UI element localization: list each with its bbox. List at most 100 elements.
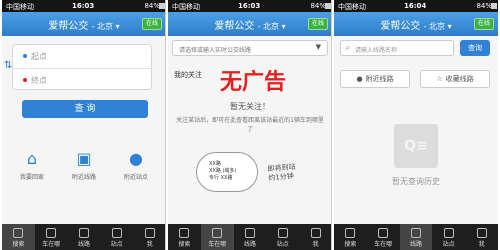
tab-me[interactable]: 我	[465, 224, 498, 250]
tab-label: 车在哪	[208, 241, 227, 248]
tab-label: 我	[478, 241, 485, 248]
user-icon	[310, 228, 321, 238]
tab-label: 车在哪	[42, 241, 61, 248]
nearby-lines-button[interactable]: ● 附近线路	[340, 70, 410, 88]
battery-label: 84%	[144, 2, 160, 10]
online-toggle[interactable]: 在线	[142, 18, 162, 30]
tab-search[interactable]: 搜索	[2, 224, 35, 250]
carrier-label: 中国移动	[172, 3, 200, 11]
line-select-placeholder: 请选择或输入实时公交线路	[179, 47, 252, 54]
route-icon	[244, 228, 255, 238]
tab-bus-where[interactable]: 车在哪	[35, 224, 68, 250]
city-selector[interactable]: - 北京 ▾	[424, 22, 452, 31]
line-search-input[interactable]: ⌕ 请输入线路名称	[340, 40, 454, 56]
illustration: XX路 XX路 (域多) 专行 XX路 即将到站 约1分钟	[170, 150, 330, 220]
quick-home[interactable]: ⌂ 我要回家	[10, 149, 54, 182]
battery-icon	[159, 3, 165, 9]
route-icon	[78, 228, 89, 238]
my-focus-title: 我的关注	[174, 71, 202, 79]
phone-screen-line-search: 中国移动 16:04 84% 爱帮公交 - 北京 ▾ 在线 ⌕ 请输入线路名称 …	[334, 0, 498, 250]
app-title: 爱帮公交	[214, 21, 255, 32]
status-bar: 中国移动 16:03 84%	[2, 0, 165, 12]
search-icon	[179, 228, 190, 238]
tab-bus-where[interactable]: 车在哪	[367, 224, 400, 250]
status-bar: 中国移动 16:04 84%	[334, 0, 498, 12]
battery-icon	[325, 3, 331, 9]
online-toggle[interactable]: 在线	[474, 18, 494, 30]
user-icon	[476, 228, 487, 238]
speech-bubble: XX路 XX路 (域多) 专行 XX路	[196, 152, 258, 192]
tab-lines[interactable]: 线路	[68, 224, 101, 250]
nearby-lines-label: 附近线路	[365, 75, 394, 83]
clock: 16:03	[238, 2, 261, 10]
note-line: 约1分钟	[268, 172, 295, 183]
clock: 16:03	[72, 2, 95, 10]
no-ad-annotation: 无广告	[220, 70, 287, 95]
quick-nearby-stops-label: 附近站点	[123, 174, 148, 181]
phone-screen-realtime: 中国移动 16:03 84% 爱帮公交 - 北京 ▾ 在线 请选择或输入实时公交…	[168, 0, 332, 250]
tab-bar: 搜索 车在哪 线路 站点 我	[168, 224, 331, 250]
online-toggle[interactable]: 在线	[308, 18, 328, 30]
quick-home-label: 我要回家	[19, 174, 44, 181]
end-field[interactable]: 终点	[13, 68, 153, 91]
tab-stops[interactable]: 站点	[266, 224, 299, 250]
bubble-line: XX路 (域多)	[209, 168, 237, 174]
tab-search[interactable]: 搜索	[168, 224, 201, 250]
line-search-placeholder: 请输入线路名称	[355, 47, 398, 54]
empty-history-icon: Q≡	[394, 124, 438, 168]
bus-icon	[46, 228, 57, 238]
tab-lines[interactable]: 线路	[399, 224, 433, 250]
tab-label: 我	[146, 241, 153, 248]
tab-label: 搜索	[178, 241, 191, 248]
favorite-lines-button[interactable]: ☆ 收藏线路	[420, 70, 490, 88]
search-icon	[345, 228, 356, 238]
route-inputs: 起点 终点	[12, 44, 153, 91]
star-icon: ☆	[436, 75, 443, 83]
stop-icon	[443, 228, 454, 238]
quick-nearby-stops[interactable]: ● 附近站点	[114, 149, 158, 182]
carrier-label: 中国移动	[6, 3, 34, 11]
route-icon	[410, 228, 421, 238]
city-selector[interactable]: - 北京 ▾	[92, 22, 120, 31]
title-bar: 爱帮公交 - 北京 ▾ 在线	[2, 12, 165, 36]
favorite-lines-label: 收藏线路	[445, 75, 474, 83]
bubble-line: 专行 XX路	[209, 175, 233, 181]
app-title: 爱帮公交	[48, 21, 89, 32]
battery-label: 84%	[476, 2, 492, 10]
battery-label: 84%	[310, 2, 326, 10]
tab-lines[interactable]: 线路	[234, 224, 267, 250]
city-selector[interactable]: - 北京 ▾	[258, 22, 286, 31]
location-pin-icon: ●	[356, 75, 363, 83]
app-title: 爱帮公交	[380, 21, 421, 32]
tab-me[interactable]: 我	[133, 224, 165, 250]
tab-me[interactable]: 我	[299, 224, 331, 250]
tab-bar: 搜索 车在哪 线路 站点 我	[334, 224, 498, 250]
quick-nearby-lines-label: 附近线路	[71, 174, 96, 181]
tab-search[interactable]: 搜索	[334, 224, 367, 250]
tab-label: 我	[312, 241, 319, 248]
tab-label: 线路	[243, 241, 256, 248]
search-icon	[13, 228, 24, 238]
location-pin-icon: ●	[129, 149, 143, 168]
start-field[interactable]: 起点	[13, 45, 153, 68]
dropdown-icon: ▼	[315, 43, 321, 51]
search-button[interactable]: 查询	[460, 40, 490, 56]
bus-icon: ▣	[76, 149, 92, 168]
tab-label: 站点	[110, 241, 123, 248]
status-bar: 中国移动 16:03 84%	[168, 0, 331, 12]
tab-label: 搜索	[12, 241, 25, 248]
end-placeholder: 终点	[31, 76, 47, 85]
tab-stops[interactable]: 站点	[432, 224, 465, 250]
tab-label: 搜索	[344, 241, 357, 248]
query-button[interactable]: 查 询	[22, 100, 148, 118]
stop-icon	[111, 228, 122, 238]
tab-label: 站点	[442, 241, 455, 248]
tab-bus-where[interactable]: 车在哪	[200, 224, 234, 250]
empty-history-text: 暂无查询历史	[392, 177, 440, 186]
bubble-line: XX路	[209, 161, 221, 167]
home-icon: ⌂	[26, 149, 38, 168]
line-select[interactable]: 请选择或输入实时公交线路 ▼	[172, 40, 328, 56]
tab-stops[interactable]: 站点	[100, 224, 133, 250]
search-icon: ⌕	[345, 43, 350, 52]
quick-nearby-lines[interactable]: ▣ 附近线路	[62, 149, 106, 182]
